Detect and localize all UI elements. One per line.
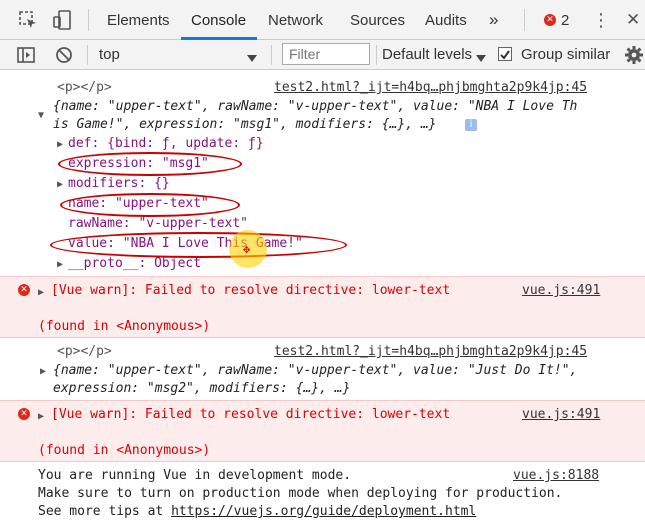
info-line-3: See more tips at https://vuejs.org/guide…: [38, 504, 476, 520]
error-count-badge[interactable]: ✕ 2: [544, 12, 576, 30]
annotation-circle-value: [50, 232, 347, 258]
object-summary-line-2: expression: "msg2", modifiers: {…}, …}: [53, 381, 351, 396]
warning-found-in: (found in <Anonymous>): [38, 319, 211, 334]
log-element-text: <p></p>: [57, 80, 112, 95]
prop-rawname: rawName: "v-upper-text": [68, 216, 249, 231]
tab-network[interactable]: Network: [268, 12, 323, 29]
object-summary-line-1: {name: "upper-text", rawName: "v-upper-t…: [53, 363, 578, 378]
group-similar-checkbox[interactable]: [498, 47, 512, 61]
info-source-link[interactable]: vue.js:8188: [513, 468, 599, 483]
info-line-3-prefix: See more tips at: [38, 504, 172, 519]
warning-source-link[interactable]: vue.js:491: [522, 407, 600, 422]
more-tabs-button[interactable]: »: [489, 10, 498, 30]
error-count: 2: [561, 12, 570, 29]
tab-console[interactable]: Console: [191, 12, 246, 29]
tab-elements[interactable]: Elements: [107, 12, 170, 29]
devtools-tab-bar: Elements Console Network Sources Audits …: [0, 0, 645, 40]
show-sidebar-icon[interactable]: [17, 47, 35, 63]
console-message-log-2: <p></p> test2.html?_ijt=h4bq…phjbmghta2p…: [0, 340, 645, 400]
console-message-info: You are running Vue in development mode.…: [0, 462, 645, 523]
info-line-2: Make sure to turn on production mode whe…: [38, 486, 563, 501]
console-message-warning-2: ✕ ▶ [Vue warn]: Failed to resolve direct…: [0, 400, 645, 462]
filter-input[interactable]: [282, 43, 370, 65]
error-icon: ✕: [544, 14, 556, 26]
close-devtools-icon[interactable]: ✕: [626, 10, 640, 30]
error-icon: ✕: [18, 408, 30, 420]
expand-def-icon[interactable]: ▶: [57, 139, 63, 150]
object-summary-line-2: is Game!", expression: "msg1", modifiers…: [53, 117, 437, 132]
object-summary-line-1: {name: "upper-text", rawName: "v-upper-t…: [53, 99, 578, 114]
expand-triangle-icon[interactable]: ▶: [40, 366, 46, 377]
prop-proto: __proto__: Object: [68, 256, 202, 271]
clear-console-icon[interactable]: [55, 46, 73, 64]
warning-source-link[interactable]: vue.js:491: [522, 283, 600, 298]
annotation-circle-expression: [58, 152, 242, 176]
expand-stack-icon[interactable]: ▶: [38, 411, 44, 422]
info-icon[interactable]: i: [465, 119, 477, 131]
mouse-cursor-icon: ✥: [243, 242, 251, 256]
log-source-link[interactable]: test2.html?_ijt=h4bq…phjbmghta2p9k4jp:45: [274, 80, 587, 95]
deployment-guide-link[interactable]: https://vuejs.org/guide/deployment.html: [171, 504, 476, 519]
console-message-warning-1: ✕ ▶ [Vue warn]: Failed to resolve direct…: [0, 276, 645, 338]
log-levels-dropdown[interactable]: Default levels: [382, 46, 472, 63]
expand-modifiers-icon[interactable]: ▶: [57, 179, 63, 190]
more-options-icon[interactable]: ⋮: [592, 10, 610, 31]
expand-triangle-icon[interactable]: ▼: [38, 110, 44, 121]
warning-text: [Vue warn]: Failed to resolve directive:…: [51, 407, 451, 422]
prop-def: def: {bind: ƒ, update: ƒ}: [68, 136, 264, 151]
expand-proto-icon[interactable]: ▶: [57, 259, 63, 270]
inspect-element-icon[interactable]: [18, 10, 38, 30]
console-settings-gear-icon[interactable]: [624, 45, 644, 65]
expand-stack-icon[interactable]: ▶: [38, 287, 44, 298]
annotation-circle-name: [60, 193, 240, 217]
prop-modifiers: modifiers: {}: [68, 176, 170, 191]
log-element-text: <p></p>: [57, 344, 112, 359]
device-toolbar-icon[interactable]: [52, 9, 72, 31]
error-icon: ✕: [18, 284, 30, 296]
info-line-1: You are running Vue in development mode.: [38, 468, 352, 483]
console-message-log-1: <p></p> test2.html?_ijt=h4bq…phjbmghta2p…: [0, 72, 645, 274]
log-source-link[interactable]: test2.html?_ijt=h4bq…phjbmghta2p9k4jp:45: [274, 344, 587, 359]
context-selector[interactable]: top: [99, 46, 120, 63]
context-dropdown-icon[interactable]: [247, 50, 257, 62]
levels-dropdown-icon[interactable]: [476, 50, 486, 62]
warning-found-in: (found in <Anonymous>): [38, 443, 211, 458]
warning-text: [Vue warn]: Failed to resolve directive:…: [51, 283, 451, 298]
group-similar-label: Group similar: [521, 46, 611, 63]
tab-sources[interactable]: Sources: [350, 12, 405, 29]
tab-audits[interactable]: Audits: [425, 12, 467, 29]
